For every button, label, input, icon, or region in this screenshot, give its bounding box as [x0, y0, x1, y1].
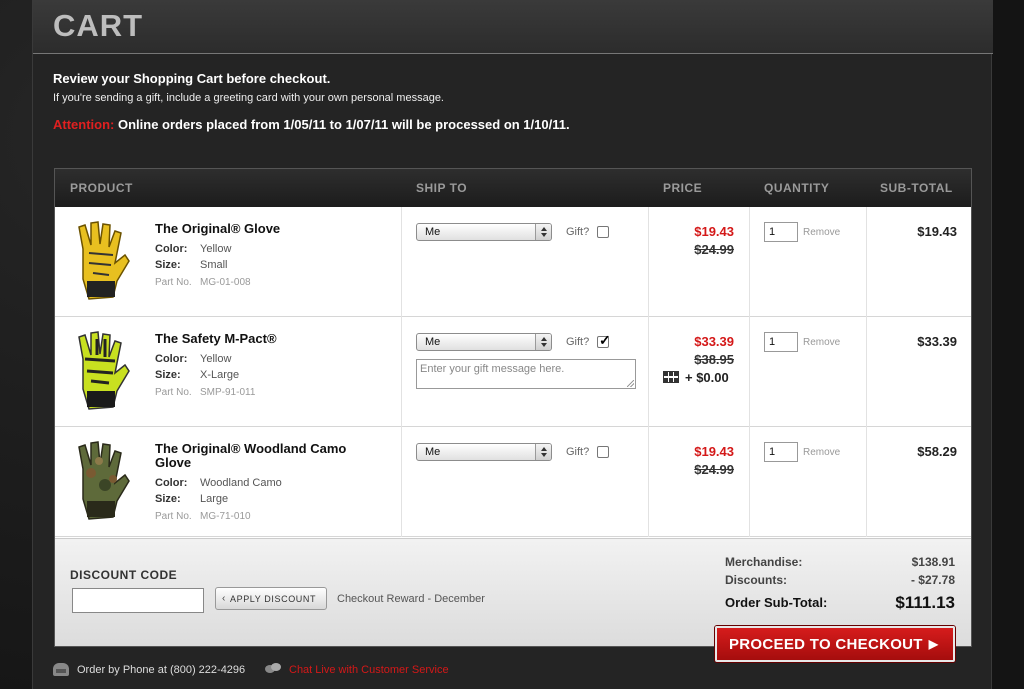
intro-subtitle: If you're sending a gift, include a gree…	[53, 92, 444, 104]
product-color: Color: Woodland Camo	[155, 477, 282, 489]
select-arrow-icon	[535, 334, 551, 350]
ship-to-select[interactable]: Me	[416, 223, 552, 241]
discount-code-input[interactable]	[72, 588, 204, 613]
product-size: Size: Large	[155, 493, 229, 505]
apply-discount-button[interactable]: ‹ APPLY DISCOUNT	[215, 587, 327, 610]
remove-link[interactable]: Remove	[803, 337, 840, 348]
product-part-no: Part No. MG-01-008	[155, 277, 251, 288]
glove-thumbnail[interactable]	[69, 219, 135, 305]
discount-code-label: DISCOUNT CODE	[70, 568, 178, 582]
col-ship-to: SHIP TO	[416, 181, 468, 195]
gift-label: Gift?	[566, 336, 590, 348]
remove-link[interactable]: Remove	[803, 227, 840, 238]
cart-panel: CART Review your Shopping Cart before ch…	[32, 0, 993, 689]
row-subtotal: $19.43	[917, 224, 957, 239]
table-header: PRODUCT SHIP TO PRICE QUANTITY SUB-TOTAL	[55, 169, 971, 207]
col-subtotal: SUB-TOTAL	[880, 181, 953, 195]
gift-checkbox[interactable]: ✓	[597, 332, 611, 348]
order-subtotal-value: $111.13	[895, 593, 955, 612]
play-arrow-icon: ▶	[928, 637, 939, 651]
sale-price: $33.39	[694, 334, 734, 349]
ship-to-select[interactable]: Me	[416, 443, 552, 461]
proceed-to-checkout-button[interactable]: PROCEED TO CHECKOUT ▶	[715, 626, 955, 662]
merchandise-value: $138.91	[911, 555, 955, 569]
live-chat-link[interactable]: Chat Live with Customer Service	[289, 664, 449, 676]
original-price: $38.95	[694, 352, 734, 367]
product-name[interactable]: The Original® Glove	[155, 222, 375, 236]
product-part-no: Part No. SMP-91-011	[155, 387, 256, 398]
col-product: PRODUCT	[70, 181, 133, 195]
product-color: Color: Yellow	[155, 243, 232, 255]
row-subtotal: $58.29	[917, 444, 957, 459]
product-name[interactable]: The Original® Woodland Camo Glove	[155, 442, 375, 470]
ship-to-select[interactable]: Me	[416, 333, 552, 351]
gift-label: Gift?	[566, 446, 590, 458]
page-title: CART	[53, 8, 144, 43]
quantity-input[interactable]: 1	[764, 222, 798, 242]
merchandise-label: Merchandise:	[725, 555, 803, 569]
product-color: Color: Yellow	[155, 353, 232, 365]
cart-table: PRODUCT SHIP TO PRICE QUANTITY SUB-TOTAL…	[54, 168, 972, 647]
header-bar: CART	[33, 0, 993, 54]
sale-price: $19.43	[694, 444, 734, 459]
discounts-value: - $27.78	[910, 573, 955, 587]
checkout-reward: Checkout Reward - December	[337, 593, 485, 605]
table-row: The Safety M-Pact® Color: Yellow Size: X-L…	[55, 317, 971, 427]
gift-wrap-price: + $0.00	[663, 370, 729, 385]
table-row: The Original® Woodland Camo Glove Color:…	[55, 427, 971, 537]
table-row: The Original® Glove Color: Yellow Size: Sm…	[55, 207, 971, 317]
intro-title: Review your Shopping Cart before checkou…	[53, 71, 331, 86]
col-quantity: QUANTITY	[764, 181, 830, 195]
attention-text: Online orders placed from 1/05/11 to 1/0…	[114, 117, 570, 132]
gift-message-input[interactable]: Enter your gift message here.	[416, 359, 636, 389]
original-price: $24.99	[694, 242, 734, 257]
product-part-no: Part No. MG-71-010	[155, 511, 251, 522]
select-arrow-icon	[535, 444, 551, 460]
resize-grip-icon[interactable]	[627, 380, 634, 387]
checkmark-icon: ✓	[599, 332, 611, 348]
gift-checkbox[interactable]	[597, 226, 609, 238]
attention-label: Attention:	[53, 117, 115, 132]
glove-thumbnail[interactable]	[69, 329, 135, 415]
chevron-left-icon: ‹	[222, 593, 226, 604]
discounts-label: Discounts:	[725, 573, 788, 587]
select-arrow-icon	[535, 224, 551, 240]
phone-order-text: Order by Phone at (800) 222-4296	[77, 664, 246, 676]
original-price: $24.99	[694, 462, 734, 477]
quantity-input[interactable]: 1	[764, 442, 798, 462]
product-name[interactable]: The Safety M-Pact®	[155, 332, 375, 346]
attention-notice: Attention: Online orders placed from 1/0…	[53, 117, 570, 132]
order-subtotal-label: Order Sub-Total:	[725, 595, 828, 610]
product-size: Size: X-Large	[155, 369, 240, 381]
gift-label: Gift?	[566, 226, 590, 238]
phone-icon	[53, 663, 69, 676]
row-subtotal: $33.39	[917, 334, 957, 349]
product-size: Size: Small	[155, 259, 228, 271]
quantity-input[interactable]: 1	[764, 332, 798, 352]
remove-link[interactable]: Remove	[803, 447, 840, 458]
col-price: PRICE	[663, 181, 703, 195]
chat-icon	[265, 663, 281, 675]
gift-wrap-icon	[663, 371, 679, 383]
sale-price: $19.43	[694, 224, 734, 239]
glove-thumbnail[interactable]	[69, 439, 135, 525]
gift-checkbox[interactable]	[597, 446, 609, 458]
